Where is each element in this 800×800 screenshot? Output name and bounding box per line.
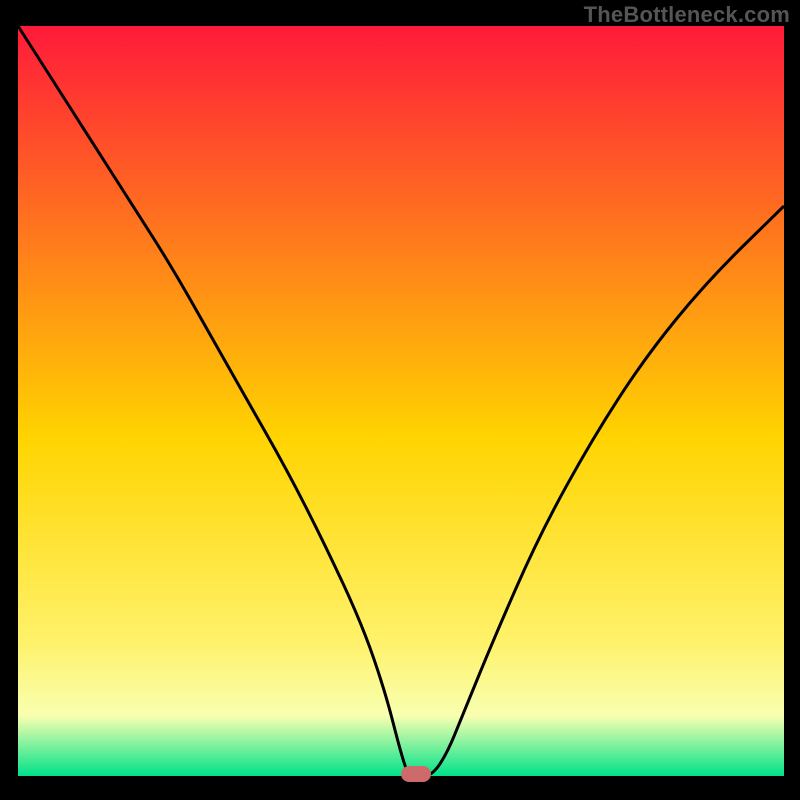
bottleneck-chart	[18, 26, 784, 776]
gradient-background	[18, 26, 784, 776]
minimum-marker-icon	[401, 766, 431, 782]
plot-area	[18, 26, 784, 776]
chart-frame: TheBottleneck.com	[0, 0, 800, 800]
watermark-text: TheBottleneck.com	[584, 2, 790, 28]
